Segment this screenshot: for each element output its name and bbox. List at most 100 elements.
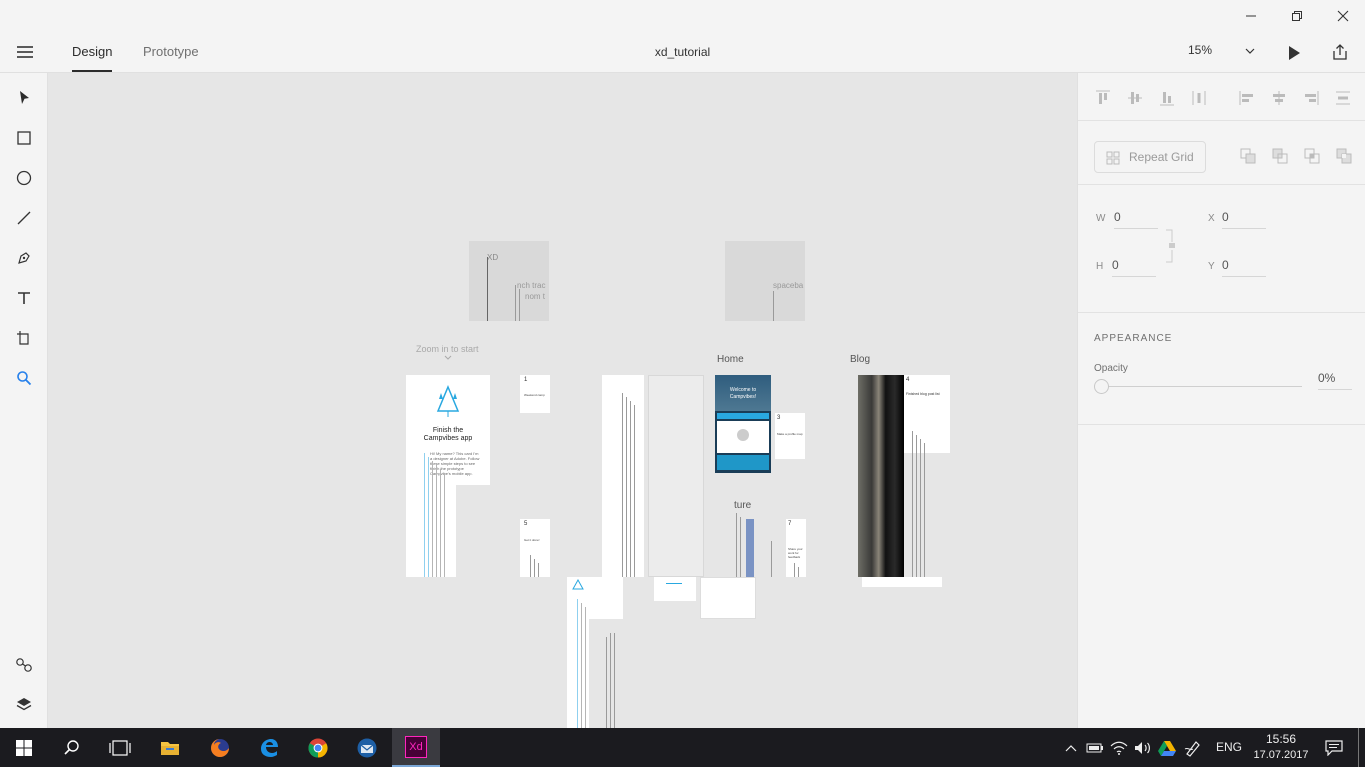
artboard-tool[interactable] (12, 326, 36, 350)
task-view-button[interactable] (96, 728, 144, 767)
line-tool[interactable] (12, 206, 36, 230)
battery-tray[interactable] (1086, 739, 1104, 757)
artboard-texture[interactable] (732, 513, 762, 577)
show-desktop-button[interactable] (1358, 728, 1359, 767)
y-field[interactable]: 0 (1222, 258, 1266, 277)
step-title: Share your work for feedback (788, 547, 803, 559)
artboard-intro[interactable]: Finish the Campvibes app Hi! My name? Th… (406, 375, 490, 485)
artboard-spacebar-text: spaceba (773, 281, 804, 290)
artboard-column-2[interactable] (648, 375, 704, 577)
avatar (737, 429, 749, 441)
chevron-down-icon (444, 355, 452, 360)
artboard-line (440, 469, 441, 577)
text-tool[interactable] (12, 286, 36, 310)
clock-time[interactable]: 15:56 (1254, 732, 1308, 746)
zoom-dropdown[interactable]: 15% (1188, 43, 1258, 63)
opacity-slider-thumb[interactable] (1094, 379, 1109, 394)
artboard-bottom-1[interactable] (567, 577, 623, 619)
artboard-line (432, 461, 433, 577)
action-center-button[interactable] (1325, 739, 1343, 757)
close-button[interactable] (1320, 0, 1365, 32)
artboard-bottom-long[interactable] (567, 599, 589, 728)
taskbar-adobe-xd[interactable]: Xd (392, 728, 440, 767)
artboard-line (626, 397, 627, 577)
artboard-step-7[interactable]: 7 Share your work for feedback (786, 519, 806, 577)
select-tool[interactable] (12, 86, 36, 110)
artboard-bottom-2[interactable] (654, 577, 696, 601)
rectangle-tool[interactable] (12, 126, 36, 150)
show-hidden-icons-button[interactable] (1062, 739, 1080, 757)
width-label: W (1096, 213, 1106, 224)
distribute-horizontal-icon[interactable] (1190, 89, 1208, 107)
tool-bar (0, 73, 48, 728)
volume-tray[interactable] (1134, 739, 1152, 757)
taskbar-firefox[interactable] (196, 728, 244, 767)
input-language[interactable]: ENG (1216, 740, 1242, 754)
clock-date[interactable]: 17.07.2017 (1250, 749, 1312, 761)
minimize-button[interactable] (1228, 0, 1274, 32)
taskbar-thunderbird[interactable] (343, 728, 391, 767)
artboard-line (515, 285, 516, 321)
pen-tool[interactable] (12, 246, 36, 270)
artboard-blog-footer[interactable] (862, 577, 942, 587)
align-center-icon[interactable] (1270, 89, 1288, 107)
intersect-boolean-icon[interactable] (1303, 147, 1321, 165)
restore-button[interactable] (1274, 0, 1320, 32)
artboard-blog[interactable] (858, 375, 904, 577)
artboard-line (581, 603, 582, 728)
repeat-grid-button[interactable]: Repeat Grid (1094, 141, 1206, 173)
align-middle-icon[interactable] (1126, 89, 1144, 107)
assets-button[interactable] (12, 653, 36, 677)
layers-button[interactable] (12, 692, 36, 716)
x-field[interactable]: 0 (1222, 210, 1266, 229)
distribute-vertical-icon[interactable] (1334, 89, 1352, 107)
tab-design[interactable]: Design (72, 44, 112, 59)
appearance-section: APPEARANCE Opacity 0% (1078, 313, 1365, 425)
taskbar-search-button[interactable] (48, 728, 96, 767)
artboard-step-4[interactable]: 4 Finished blog post list (904, 375, 950, 577)
artboard-xd-thumbnail[interactable]: XD nch trac nom t (469, 241, 549, 321)
design-canvas[interactable]: XD nch trac nom t spaceba Zoom in to sta… (48, 73, 1077, 728)
align-right-icon[interactable] (1302, 89, 1320, 107)
opacity-field[interactable]: 0% (1318, 371, 1352, 390)
hamburger-menu-icon[interactable] (14, 42, 36, 62)
artboard-intro-lower[interactable] (406, 453, 456, 577)
align-left-icon[interactable] (1238, 89, 1256, 107)
artboard-label-home: Home (717, 354, 744, 365)
preview-play-icon[interactable] (1284, 43, 1304, 63)
artboard-bottom-3[interactable] (700, 577, 756, 619)
width-field[interactable]: 0 (1114, 210, 1158, 229)
artboard-step-3[interactable]: 3 Make a profile map (775, 413, 805, 459)
align-top-icon[interactable] (1094, 89, 1112, 107)
tab-prototype[interactable]: Prototype (143, 44, 199, 59)
taskbar-chrome[interactable] (294, 728, 342, 767)
zoom-tool[interactable] (12, 366, 36, 390)
campvibes-logo-icon (436, 385, 460, 417)
taskbar-file-explorer[interactable] (146, 728, 194, 767)
add-boolean-icon[interactable] (1239, 147, 1257, 165)
network-tray[interactable] (1110, 739, 1128, 757)
home-welcome-text: Welcome to Campvibes! (729, 387, 757, 400)
pen-workspace-tray[interactable] (1184, 739, 1202, 757)
share-icon[interactable] (1330, 42, 1350, 62)
height-field[interactable]: 0 (1112, 258, 1156, 277)
google-drive-tray[interactable] (1158, 739, 1176, 757)
artboard-home[interactable]: Welcome to Campvibes! (715, 375, 771, 473)
exclude-boolean-icon[interactable] (1335, 147, 1353, 165)
artboard-step-5[interactable]: 5 Get it done! (520, 519, 550, 577)
subtract-boolean-icon[interactable] (1271, 147, 1289, 165)
start-button[interactable] (0, 728, 48, 767)
artboard-line (798, 567, 799, 577)
artboard-column-1[interactable] (602, 375, 644, 577)
align-bottom-icon[interactable] (1158, 89, 1176, 107)
lock-aspect-icon[interactable] (1164, 228, 1176, 264)
taskbar-edge[interactable] (245, 728, 293, 767)
opacity-slider-track[interactable] (1108, 386, 1302, 387)
artboard-step-1[interactable]: 1 Weekend camp (520, 375, 550, 413)
battery-icon (1086, 743, 1103, 753)
ellipse-tool[interactable] (12, 166, 36, 190)
artboard-bottom-lines (604, 633, 624, 728)
repeat-grid-section: Repeat Grid (1078, 121, 1365, 185)
artboard-spacebar-thumbnail[interactable]: spaceba (725, 241, 805, 321)
artboard-line (487, 257, 488, 321)
